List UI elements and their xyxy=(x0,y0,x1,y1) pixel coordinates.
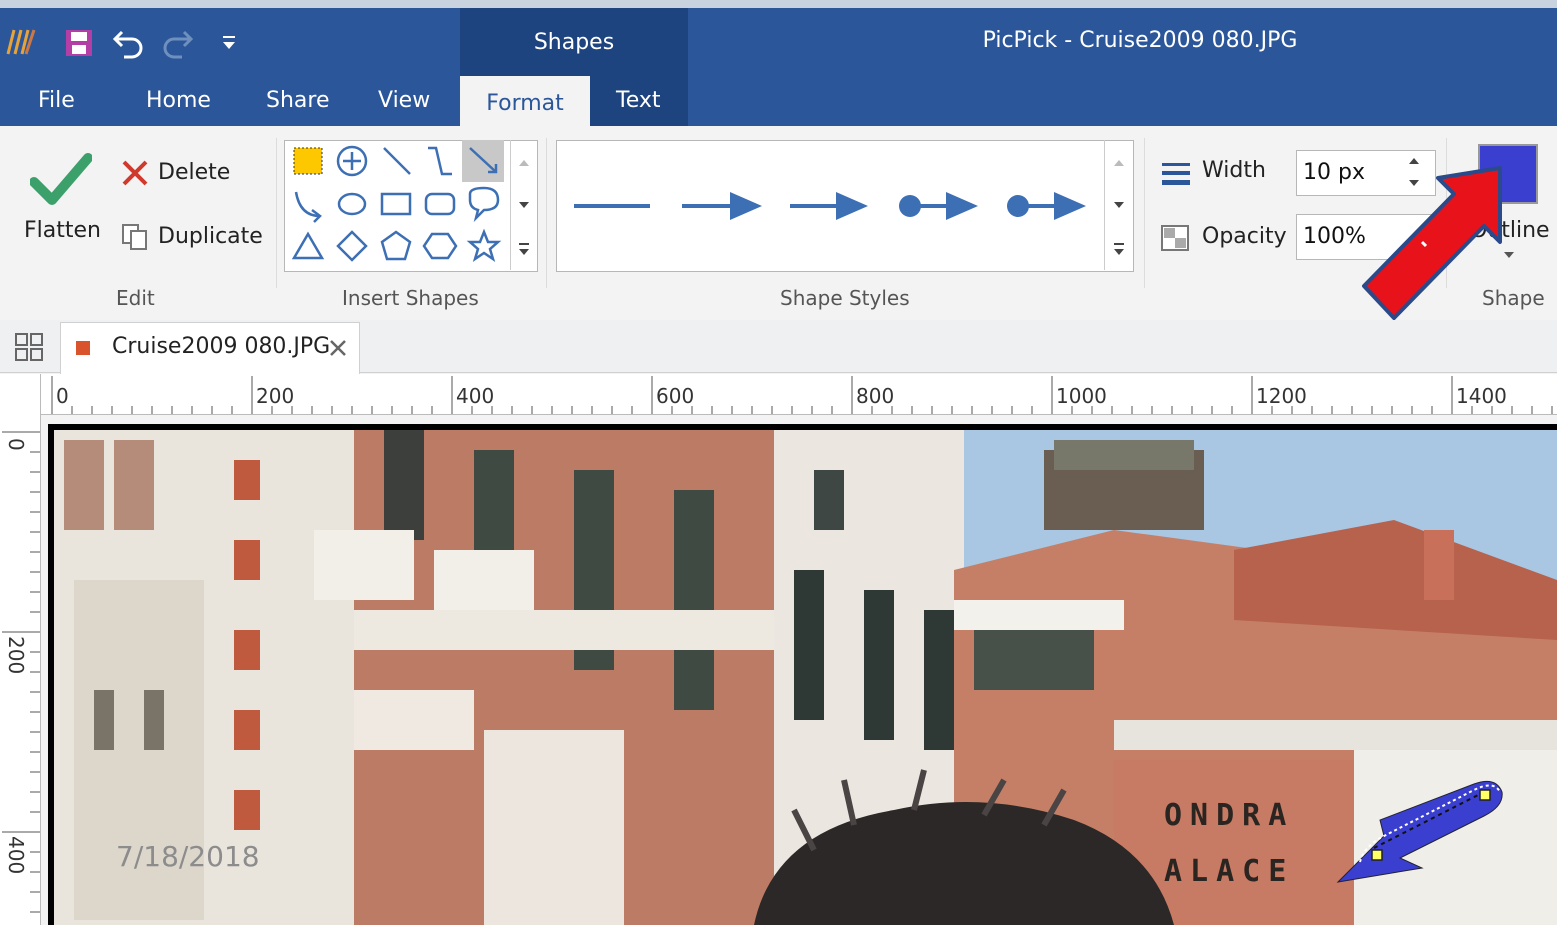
ruler-label: 600 xyxy=(656,384,695,408)
arrow-style-options[interactable] xyxy=(566,180,1096,232)
customize-qat-icon[interactable] xyxy=(220,34,238,52)
delete-button[interactable]: Delete xyxy=(158,160,230,185)
image-file-icon xyxy=(76,341,90,355)
insert-shapes-label: Insert Shapes xyxy=(342,286,479,310)
sign-text-line1: ONDRA xyxy=(1164,798,1295,833)
group-separator xyxy=(546,138,547,288)
sign-text-line2: ALACE xyxy=(1164,854,1295,889)
tab-text[interactable]: Text xyxy=(616,88,661,113)
tab-format[interactable]: Format xyxy=(460,76,590,128)
photo-canvas[interactable]: ONDRA ALACE 7/18/2018 xyxy=(54,430,1557,925)
edit-group-label: Edit xyxy=(116,286,155,310)
tab-home[interactable]: Home xyxy=(146,88,211,113)
ruler-label: 1000 xyxy=(1056,384,1107,408)
close-tab-icon[interactable] xyxy=(328,338,348,358)
shape-palette[interactable] xyxy=(290,142,510,268)
undo-icon[interactable] xyxy=(112,26,146,60)
styles-gallery-scroll[interactable] xyxy=(1104,140,1133,270)
styles-scroll-arrows-icon[interactable] xyxy=(1105,140,1133,270)
app-logo-icon xyxy=(6,29,36,55)
grid-view-icon[interactable] xyxy=(14,332,44,362)
ruler-label: 400 xyxy=(4,836,28,875)
date-footer: 7/18/2018 xyxy=(116,840,260,873)
duplicate-icon[interactable] xyxy=(120,222,152,252)
blue-arrow-shape[interactable] xyxy=(1324,770,1514,890)
save-icon[interactable] xyxy=(64,28,94,58)
ruler-label: 0 xyxy=(56,384,69,408)
flatten-button[interactable]: Flatten xyxy=(24,218,101,243)
opacity-label: Opacity xyxy=(1202,224,1287,249)
ruler-label: 0 xyxy=(4,438,28,451)
ruler-label: 800 xyxy=(856,384,895,408)
red-callout-arrow xyxy=(1362,166,1502,320)
ruler-label: 200 xyxy=(4,636,28,675)
ribbon-tab-bar xyxy=(0,76,1557,126)
document-tab-name: Cruise2009 080.JPG xyxy=(112,334,331,359)
ruler-label: 1400 xyxy=(1456,384,1507,408)
ruler-label: 200 xyxy=(256,384,295,408)
tab-file[interactable]: File xyxy=(38,88,75,113)
tab-share[interactable]: Share xyxy=(266,88,330,113)
opacity-icon xyxy=(1161,225,1189,251)
width-label: Width xyxy=(1202,158,1266,183)
shape-styles-label: Shape Styles xyxy=(780,286,910,310)
redo-icon[interactable] xyxy=(160,26,194,60)
flatten-check-icon[interactable] xyxy=(30,152,92,206)
context-tab-label: Shapes xyxy=(533,30,615,55)
duplicate-button[interactable]: Duplicate xyxy=(158,224,263,249)
window-top-edge xyxy=(0,0,1557,8)
tab-view[interactable]: View xyxy=(378,88,430,113)
delete-x-icon[interactable] xyxy=(120,158,150,188)
group-separator xyxy=(276,138,277,288)
ruler-label: 400 xyxy=(456,384,495,408)
shape-gallery-scroll[interactable] xyxy=(510,140,537,270)
width-lines-icon xyxy=(1162,163,1190,185)
window-title: PicPick - Cruise2009 080.JPG xyxy=(982,28,1298,53)
group-separator xyxy=(1144,138,1145,288)
ruler-label: 1200 xyxy=(1256,384,1307,408)
gallery-scroll-arrows-icon[interactable] xyxy=(511,140,537,270)
